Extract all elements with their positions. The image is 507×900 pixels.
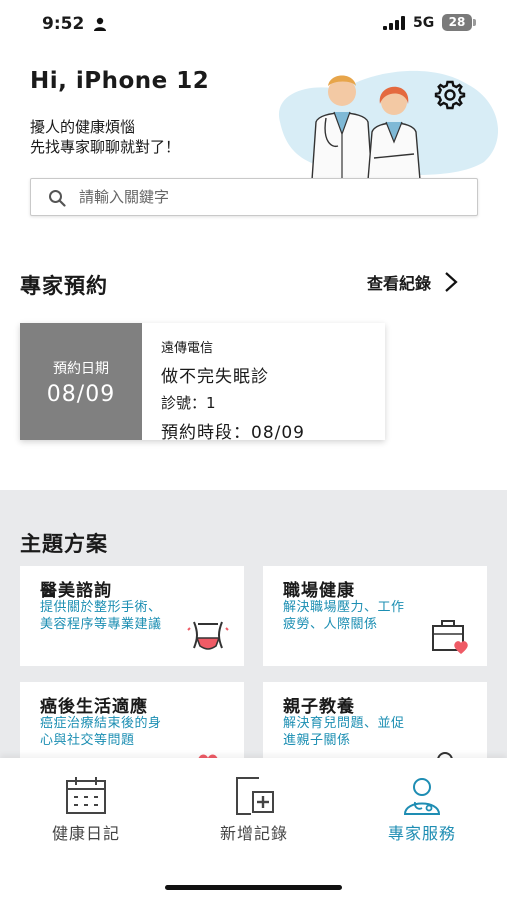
theme-card-workplace[interactable]: 職場健康 解決職場壓力、工作疲勞、人際關係 xyxy=(263,566,487,666)
theme-card-desc: 解決育兒問題、並促進親子關係 xyxy=(283,716,405,748)
nav-label: 專家服務 xyxy=(387,824,456,843)
theme-card-title: 親子教養 xyxy=(283,697,355,717)
theme-card-title: 醫美諮詢 xyxy=(40,581,112,601)
view-history-label: 查看紀錄 xyxy=(367,274,432,293)
appointment-date-value: 08/09 xyxy=(46,382,116,407)
themes-title: 主題方案 xyxy=(20,532,108,556)
theme-card-desc: 提供關於整形手術、美容程序等專業建議 xyxy=(40,600,162,632)
appointment-number: 診號：1 xyxy=(161,394,216,412)
doctors-illustration xyxy=(278,70,499,180)
greeting-title: Hi, iPhone 12 xyxy=(30,68,210,94)
nav-health-diary[interactable]: 健康日記 xyxy=(16,758,156,844)
home-indicator[interactable] xyxy=(165,885,342,890)
bottom-nav: 健康日記 新增記錄 專家服務 xyxy=(0,758,507,900)
search-input[interactable] xyxy=(79,179,459,215)
appointment-date-block: 預約日期 08/09 xyxy=(20,323,142,440)
body-shape-icon xyxy=(187,621,229,650)
appointment-card[interactable]: 預約日期 08/09 遠傳電信 做不完失眠診 診號：1 預約時段：08/09 xyxy=(20,323,385,443)
network-type: 5G xyxy=(413,15,435,31)
appointment-date-label: 預約日期 xyxy=(53,361,109,377)
appointment-details: 遠傳電信 做不完失眠診 診號：1 預約時段：08/09 xyxy=(161,337,305,443)
nav-label: 健康日記 xyxy=(51,824,120,843)
person-icon xyxy=(94,17,106,31)
search-icon xyxy=(49,190,66,207)
status-bar: 9:52 5G 28 xyxy=(0,0,507,48)
status-time: 9:52 xyxy=(42,14,85,34)
appointments-title: 專家預約 xyxy=(20,274,108,298)
theme-card-desc: 癌症治療結束後的身心與社交等問題 xyxy=(40,716,162,748)
chevron-right-icon xyxy=(445,272,458,292)
theme-card-title: 職場健康 xyxy=(283,581,355,601)
search-bar[interactable] xyxy=(30,178,478,216)
calendar-icon xyxy=(66,777,106,814)
tagline: 擾人的健康煩惱 先找專家聊聊就對了！ xyxy=(30,117,260,157)
briefcase-heart-icon xyxy=(432,620,468,654)
theme-card-aesthetic[interactable]: 醫美諮詢 提供關於整形手術、美容程序等專業建議 xyxy=(20,566,244,666)
nav-expert-service[interactable]: 專家服務 xyxy=(352,758,492,844)
appointment-time-slot: 預約時段：08/09 xyxy=(161,423,305,443)
settings-gear-icon[interactable] xyxy=(434,79,466,111)
add-record-icon xyxy=(236,777,274,815)
theme-card-title: 癌後生活適應 xyxy=(40,697,148,717)
doctor-icon xyxy=(403,778,441,815)
nav-label: 新增記錄 xyxy=(219,824,288,843)
appointment-provider: 遠傳電信 xyxy=(161,341,214,356)
tagline-line-1: 擾人的健康煩惱 xyxy=(30,118,136,136)
appointment-service: 做不完失眠診 xyxy=(161,367,269,387)
nav-add-record[interactable]: 新增記錄 xyxy=(184,758,324,844)
tagline-line-2: 先找專家聊聊就對了！ xyxy=(30,138,181,156)
view-history-link[interactable]: 查看紀錄 xyxy=(367,266,479,298)
battery-icon: 28 xyxy=(442,14,476,31)
signal-icon xyxy=(383,16,405,30)
theme-card-desc: 解決職場壓力、工作疲勞、人際關係 xyxy=(283,600,405,632)
